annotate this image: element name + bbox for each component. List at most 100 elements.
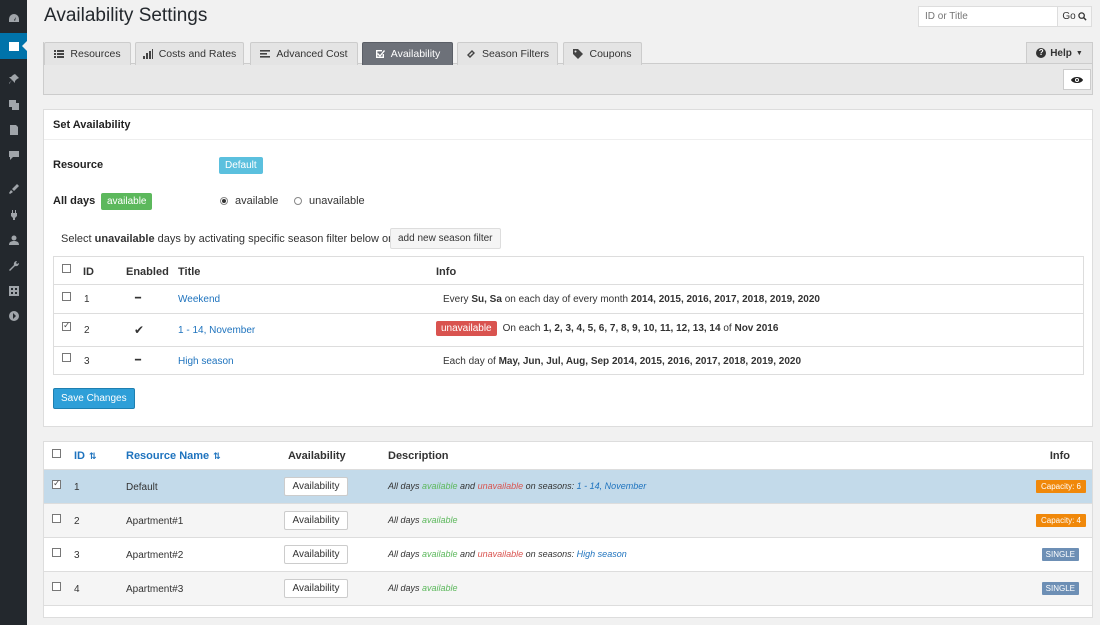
search-box: Go <box>918 6 1092 27</box>
toggle-view-button[interactable] <box>1063 69 1091 90</box>
table-row[interactable]: 4 Apartment#3 Availability All days avai… <box>44 572 1092 606</box>
resource-name: Apartment#1 <box>126 516 184 527</box>
info-month: Nov 2016 <box>734 323 779 334</box>
table-row[interactable]: 2 Apartment#1 Availability All days avai… <box>44 504 1092 538</box>
capacity-badge: Capacity: 4 <box>1035 514 1086 527</box>
check-square-icon <box>375 50 385 58</box>
radio-available-label: available <box>235 195 279 207</box>
table-row[interactable]: 1 Default Availability All days availabl… <box>44 470 1092 504</box>
tab-advanced-cost[interactable]: Advanced Cost <box>250 42 358 65</box>
info-text: on each day of every month <box>501 294 631 305</box>
row-checkbox[interactable] <box>62 353 71 362</box>
tab-resources[interactable]: Resources <box>44 42 131 65</box>
page-title: Availability Settings <box>44 5 208 26</box>
search-go-button[interactable]: Go <box>1057 7 1091 26</box>
availability-button[interactable]: Availability <box>284 545 348 564</box>
col-info: Info <box>1049 450 1070 462</box>
desc-season: High season <box>576 549 627 559</box>
single-badge: SINGLE <box>1041 582 1079 595</box>
row-checkbox[interactable] <box>52 514 61 523</box>
resource-name: Apartment#2 <box>126 550 184 561</box>
col-title: Title <box>178 266 201 278</box>
resource-badge[interactable]: Default <box>219 157 263 174</box>
radio-unavailable-label: unavailable <box>309 195 365 207</box>
row-checkbox[interactable] <box>62 292 71 301</box>
select-all-checkbox[interactable] <box>52 449 61 458</box>
row-checkbox[interactable] <box>62 320 71 331</box>
resource-label: Resource <box>53 159 104 171</box>
question-icon: ? <box>1036 48 1047 58</box>
sort-icon: ⇅ <box>89 451 97 461</box>
tab-label: Season Filters <box>481 48 550 60</box>
radio-dot-selected[interactable] <box>220 197 228 205</box>
col-id: ID <box>83 266 94 278</box>
radio-unavailable[interactable]: unavailable <box>294 195 365 207</box>
info-text: On each <box>502 323 544 334</box>
panel-heading: Set Availability <box>44 110 1092 140</box>
availability-button[interactable]: Availability <box>284 579 348 598</box>
list-icon <box>54 50 65 58</box>
radio-dot[interactable] <box>294 197 302 205</box>
unavailable-badge: unavailable <box>436 321 497 336</box>
save-changes-button[interactable]: Save Changes <box>53 388 135 409</box>
instructions-suffix: days by activating specific season filte… <box>154 233 392 245</box>
single-badge: SINGLE <box>1041 548 1079 561</box>
tab-availability[interactable]: Availability <box>362 42 453 65</box>
tab-costs-and-rates[interactable]: Costs and Rates <box>135 42 244 65</box>
instructions-text: Select unavailable days by activating sp… <box>61 233 392 245</box>
season-info: Every Su, Sa on each day of every month … <box>443 294 820 305</box>
pin-icon[interactable] <box>5 70 22 87</box>
select-all-checkbox[interactable] <box>62 264 71 273</box>
disabled-dash-icon: ━ <box>135 355 142 366</box>
season-filter-table: ID Enabled Title Info 1 ━ Weekend Every … <box>53 256 1084 375</box>
row-checkbox[interactable] <box>52 582 61 591</box>
table-row: 1 ━ Weekend Every Su, Sa on each day of … <box>54 285 1083 314</box>
eye-icon <box>1071 76 1083 83</box>
help-dropdown[interactable]: ? Help ▼ <box>1026 42 1093 64</box>
season-title-link[interactable]: Weekend <box>178 294 220 305</box>
admin-sidebar <box>0 0 28 625</box>
help-label: Help <box>1050 47 1072 59</box>
media-icon[interactable] <box>5 96 22 113</box>
tab-label: Costs and Rates <box>158 48 237 60</box>
collapse-menu-icon[interactable] <box>5 307 22 324</box>
link-icon <box>466 50 475 58</box>
availability-button[interactable]: Availability <box>284 511 348 530</box>
info-text: of <box>720 323 735 334</box>
col-id-sort[interactable]: ID ⇅ <box>74 450 97 462</box>
row-description: All days available and unavailable on se… <box>388 481 646 491</box>
instructions-prefix: Select <box>61 233 95 245</box>
appearance-icon[interactable] <box>5 180 22 197</box>
settings-icon[interactable] <box>5 282 22 299</box>
add-season-filter-button[interactable]: add new season filter <box>390 228 501 249</box>
desc-season: 1 - 14, November <box>576 481 647 491</box>
radio-available[interactable]: available <box>220 195 278 207</box>
row-checkbox[interactable] <box>52 478 61 489</box>
tab-toolbar: Resources Costs and Rates Advanced Cost … <box>43 42 1093 95</box>
season-title-link[interactable]: 1 - 14, November <box>178 325 255 336</box>
season-info: unavailable On each 1, 2, 3, 4, 5, 6, 7, … <box>436 321 778 336</box>
pages-icon[interactable] <box>5 121 22 138</box>
availability-button[interactable]: Availability <box>284 477 348 496</box>
all-days-label: All days <box>53 195 96 207</box>
comments-icon[interactable] <box>5 146 22 163</box>
info-days: Su, Sa <box>471 294 502 305</box>
set-availability-panel: Set Availability Resource Default All da… <box>43 109 1093 427</box>
tab-season-filters[interactable]: Season Filters <box>457 42 558 65</box>
row-checkbox[interactable] <box>52 548 61 557</box>
desc-text: on seasons: <box>523 481 577 491</box>
col-enabled: Enabled <box>126 266 169 278</box>
season-title-link[interactable]: High season <box>178 356 234 367</box>
users-icon[interactable] <box>5 231 22 248</box>
tab-label: Resources <box>70 48 121 60</box>
dashboard-icon[interactable] <box>5 10 22 27</box>
table-row[interactable]: 3 Apartment#2 Availability All days avai… <box>44 538 1092 572</box>
info-years: 2014, 2015, 2016, 2017, 2018, 2019, 2020 <box>630 294 820 305</box>
plugins-icon[interactable] <box>5 206 22 223</box>
tools-icon[interactable] <box>5 257 22 274</box>
desc-unavailable: unavailable <box>477 549 524 559</box>
col-name-sort[interactable]: Resource Name ⇅ <box>126 450 221 462</box>
row-id: 3 <box>74 550 80 561</box>
tab-coupons[interactable]: Coupons <box>563 42 642 65</box>
search-input[interactable] <box>919 7 1057 26</box>
